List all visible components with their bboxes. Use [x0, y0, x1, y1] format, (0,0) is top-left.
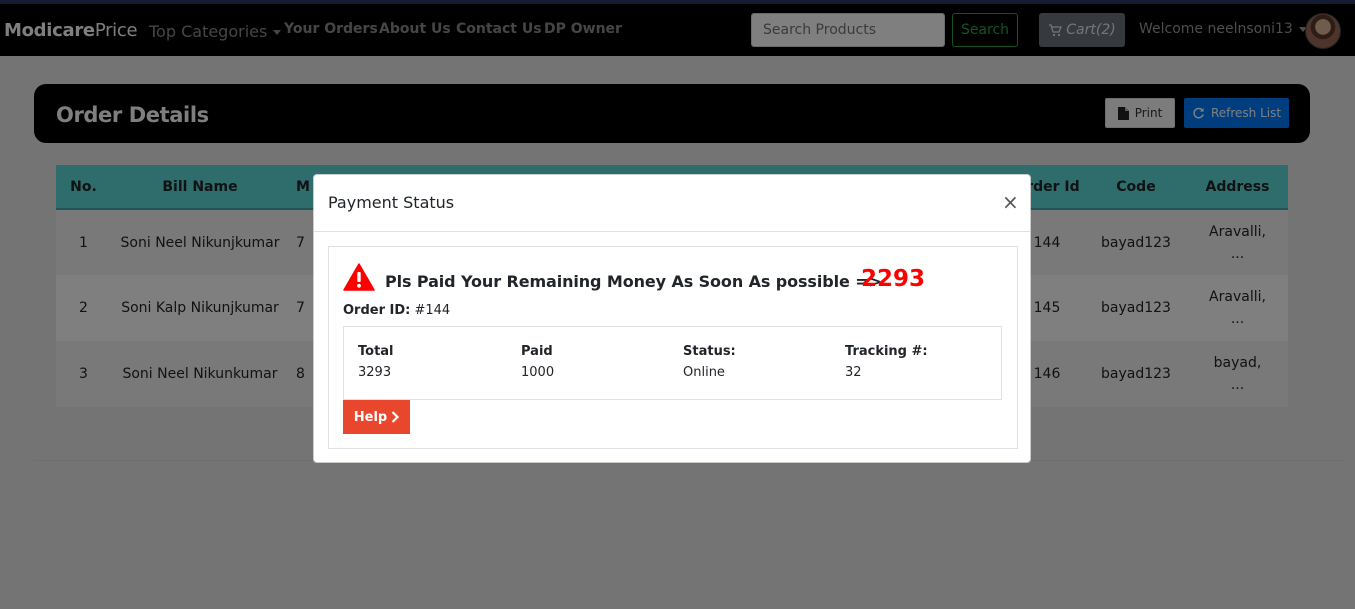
warning-icon [343, 263, 375, 291]
help-label: Help [353, 409, 388, 425]
paid-field: Paid 1000 [521, 344, 555, 380]
modal-title: Payment Status [328, 193, 455, 212]
order-id-line: Order ID: #144 [343, 303, 451, 318]
status-field: Status: Online [683, 344, 736, 380]
chevron-right-icon [391, 411, 400, 423]
remaining-amount: 2293 [861, 266, 926, 292]
tracking-field: Tracking #: 32 [845, 344, 928, 380]
help-button[interactable]: Help [343, 400, 410, 434]
payment-status-modal: Payment Status × Pls Paid Your Remaining… [313, 174, 1031, 463]
payment-info-box: Total 3293 Paid 1000 Status: Online Trackin… [343, 326, 1002, 400]
modal-divider [314, 231, 1030, 232]
close-icon[interactable]: × [1002, 192, 1019, 212]
payment-message: Pls Paid Your Remaining Money As Soon As… [385, 272, 882, 291]
total-field: Total 3293 [358, 344, 394, 380]
payment-panel: Pls Paid Your Remaining Money As Soon As… [328, 246, 1018, 449]
